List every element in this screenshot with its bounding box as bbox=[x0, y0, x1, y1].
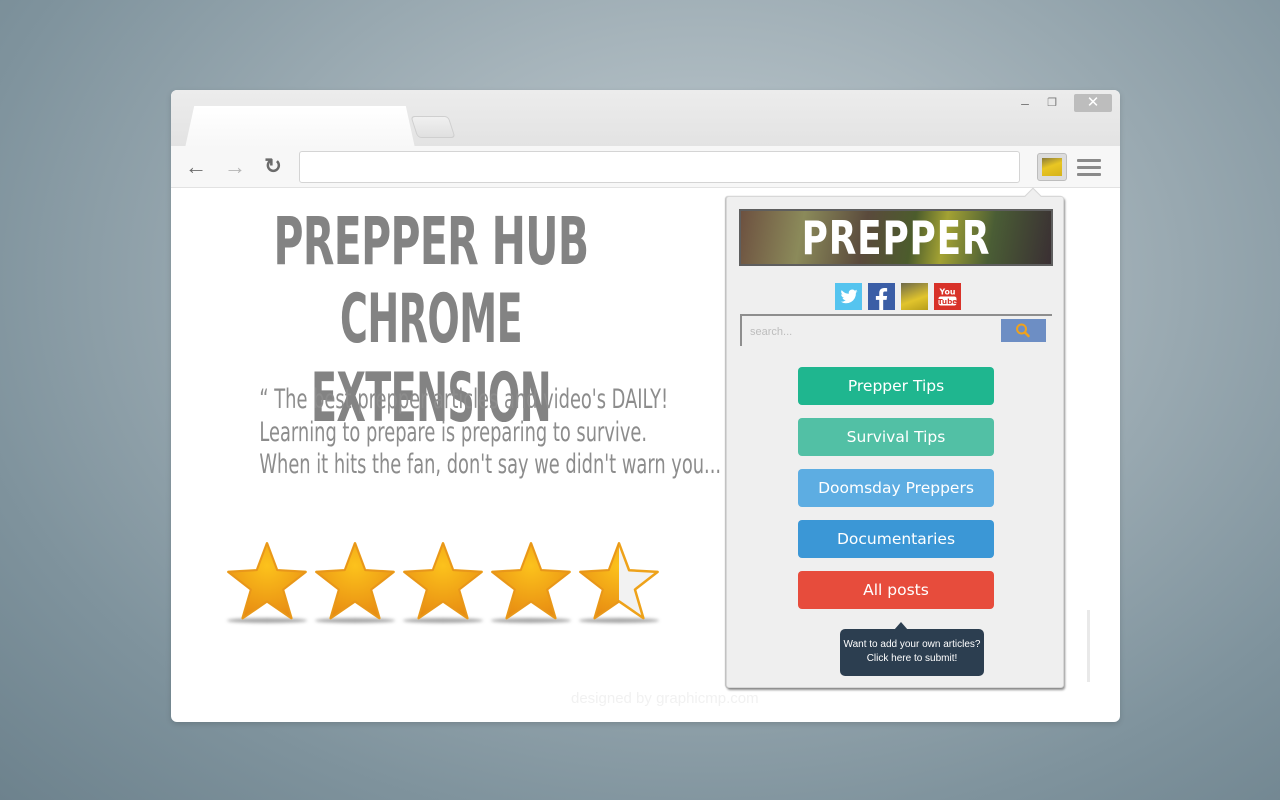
search-input[interactable] bbox=[750, 322, 990, 342]
browser-tab[interactable] bbox=[185, 106, 415, 148]
search-button[interactable] bbox=[1001, 319, 1046, 342]
page-content: PREPPER HUB CHROME EXTENSION “ The best … bbox=[171, 187, 1120, 722]
minimize-icon[interactable]: – bbox=[1016, 94, 1034, 112]
star-full-icon bbox=[315, 542, 395, 620]
quote-line-1: “ The best prepper articles and video's … bbox=[259, 384, 669, 415]
survival-tips-button[interactable]: Survival Tips bbox=[798, 418, 994, 456]
popup-arrow bbox=[1024, 187, 1042, 205]
extension-popup: PREPPER HUB YouTube Prepper Tips Surviva… bbox=[726, 187, 1064, 688]
tooltip-line-1: Want to add your own articles? bbox=[843, 639, 981, 650]
watermark-text: designed by graphicmp.com bbox=[571, 690, 759, 707]
all-posts-button[interactable]: All posts bbox=[798, 571, 994, 609]
title-bar: – ❐ ✕ bbox=[171, 90, 1120, 148]
prepper-hub-extension-button[interactable] bbox=[1037, 153, 1067, 181]
banner-title: PREPPER HUB bbox=[801, 211, 991, 265]
restore-icon[interactable]: ❐ bbox=[1043, 94, 1061, 112]
svg-text:Tube: Tube bbox=[938, 297, 958, 306]
quote-line-2: Learning to prepare is preparing to surv… bbox=[259, 417, 648, 448]
star-full-icon bbox=[403, 542, 483, 620]
star-full-icon bbox=[491, 542, 571, 620]
youtube-icon[interactable]: You Tube bbox=[934, 283, 961, 310]
star-half-icon bbox=[579, 542, 659, 620]
twitter-icon[interactable] bbox=[835, 283, 862, 310]
search-icon bbox=[1016, 323, 1030, 338]
back-arrow-icon[interactable]: ← bbox=[183, 154, 209, 180]
forward-arrow-icon[interactable]: → bbox=[222, 154, 248, 180]
scrollbar[interactable] bbox=[1087, 610, 1090, 682]
hamburger-menu-icon[interactable] bbox=[1077, 156, 1101, 178]
address-bar[interactable] bbox=[299, 151, 1020, 183]
doomsday-preppers-button[interactable]: Doomsday Preppers bbox=[798, 469, 994, 507]
close-icon[interactable]: ✕ bbox=[1074, 94, 1112, 112]
facebook-icon[interactable] bbox=[868, 283, 895, 310]
prepper-hub-extension-icon bbox=[1042, 158, 1062, 176]
star-full-icon bbox=[227, 542, 307, 620]
new-tab-button[interactable] bbox=[410, 116, 456, 138]
documentaries-button[interactable]: Documentaries bbox=[798, 520, 994, 558]
popup-banner: PREPPER HUB bbox=[739, 209, 1053, 266]
headline-line-1: PREPPER HUB bbox=[273, 203, 590, 280]
tooltip-line-2: Click here to submit! bbox=[866, 653, 958, 664]
star-rating bbox=[225, 540, 665, 630]
prepper-tips-button[interactable]: Prepper Tips bbox=[798, 367, 994, 405]
browser-toolbar: ← → ↻ bbox=[171, 146, 1120, 188]
prepper-hub-icon[interactable] bbox=[901, 283, 928, 310]
reload-icon[interactable]: ↻ bbox=[260, 154, 286, 180]
submit-articles-tooltip[interactable]: Want to add your own articles? Click her… bbox=[840, 622, 984, 676]
quote-line-3: When it hits the fan, don't say we didn'… bbox=[259, 449, 736, 480]
browser-window: – ❐ ✕ ← → ↻ PREPPER HUB CHROME EXTENSION… bbox=[171, 90, 1120, 722]
search-box bbox=[740, 314, 1052, 346]
svg-text:You: You bbox=[939, 287, 956, 296]
